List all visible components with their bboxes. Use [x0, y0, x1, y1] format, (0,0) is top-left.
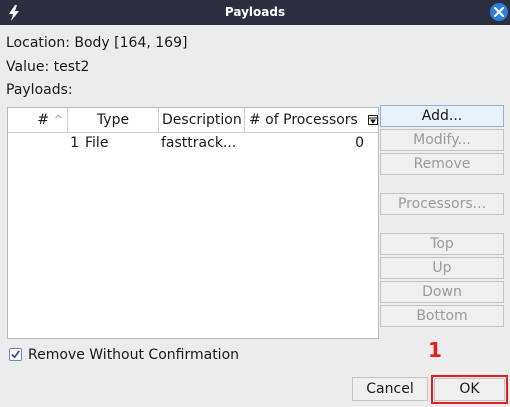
ok-button[interactable]: OK: [434, 378, 505, 401]
table-row[interactable]: 1 File fasttrack... 0: [8, 132, 378, 154]
close-button[interactable]: [490, 3, 508, 21]
remove-button[interactable]: Remove: [380, 153, 504, 175]
column-header-type[interactable]: Type: [68, 108, 159, 132]
annotation-marker: 1: [428, 338, 442, 362]
modify-button[interactable]: Modify...: [380, 129, 504, 151]
down-button[interactable]: Down: [380, 281, 504, 303]
row-description: fasttrack...: [161, 135, 237, 151]
add-button[interactable]: Add...: [380, 105, 504, 127]
column-header-number[interactable]: # ^: [8, 108, 68, 132]
checkmark-icon: [11, 350, 20, 359]
bottom-button[interactable]: Bottom: [380, 305, 504, 327]
close-icon: [494, 7, 504, 17]
window-title: Payloads: [224, 5, 286, 19]
processors-button[interactable]: Processors...: [380, 193, 504, 215]
payloads-label: Payloads:: [6, 82, 73, 98]
row-type: File: [85, 135, 109, 151]
cancel-button[interactable]: Cancel: [352, 377, 428, 401]
remove-without-confirmation-checkbox[interactable]: [9, 348, 22, 361]
table-header: # ^ Type Description # of Processors: [8, 108, 378, 133]
value-label: Value: test2: [6, 59, 90, 75]
column-header-processors[interactable]: # of Processors: [245, 108, 368, 132]
remove-without-confirmation-label[interactable]: Remove Without Confirmation: [28, 347, 239, 363]
title-bar: Payloads: [0, 0, 510, 25]
top-button[interactable]: Top: [380, 233, 504, 255]
column-header-description[interactable]: Description: [159, 108, 245, 132]
column-header-label: #: [37, 112, 49, 128]
payloads-table: # ^ Type Description # of Processors 1 F…: [7, 107, 379, 339]
up-button[interactable]: Up: [380, 257, 504, 279]
row-number: 1: [70, 135, 79, 151]
ok-highlight: OK: [431, 375, 508, 404]
column-chooser-icon[interactable]: [368, 108, 380, 132]
location-label: Location: Body [164, 169]: [6, 35, 188, 51]
row-processors: 0: [355, 135, 364, 151]
sort-ascending-icon: ^: [53, 113, 63, 126]
